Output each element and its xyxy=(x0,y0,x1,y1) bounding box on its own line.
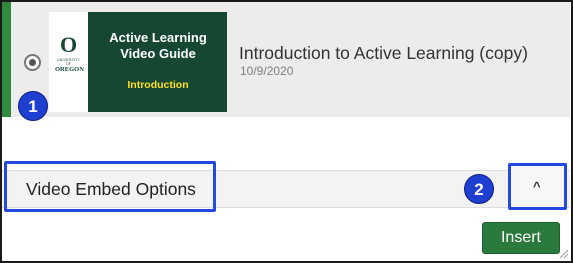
oregon-o-mark: O xyxy=(59,32,78,57)
video-date: 10/9/2020 xyxy=(240,64,294,78)
embed-options-toggle-button[interactable]: ^ xyxy=(508,163,567,210)
thumbnail-logo-panel: O UNIVERSITY OF OREGON xyxy=(49,12,88,112)
chevron-up-icon: ^ xyxy=(533,179,541,194)
video-thumbnail[interactable]: O UNIVERSITY OF OREGON Active Learning V… xyxy=(49,12,227,112)
selected-indicator-bar xyxy=(2,2,11,117)
resize-handle-icon[interactable] xyxy=(559,249,569,259)
callout-badge-1: 1 xyxy=(18,91,48,121)
insert-button[interactable]: Insert xyxy=(482,222,560,254)
embed-options-label[interactable]: Video Embed Options xyxy=(26,179,196,200)
thumbnail-title: Active Learning Video Guide xyxy=(109,30,207,61)
logo-big-text: OREGON xyxy=(55,66,84,73)
radio-selected-dot xyxy=(29,59,36,66)
video-title: Introduction to Active Learning (copy) xyxy=(239,43,528,63)
callout-badge-2: 2 xyxy=(464,174,494,204)
university-logo: O UNIVERSITY OF OREGON xyxy=(55,32,84,74)
logo-small-text: UNIVERSITY OF xyxy=(56,58,80,66)
thumbnail-subtitle: Introduction xyxy=(127,79,189,91)
video-select-radio[interactable] xyxy=(24,54,41,71)
